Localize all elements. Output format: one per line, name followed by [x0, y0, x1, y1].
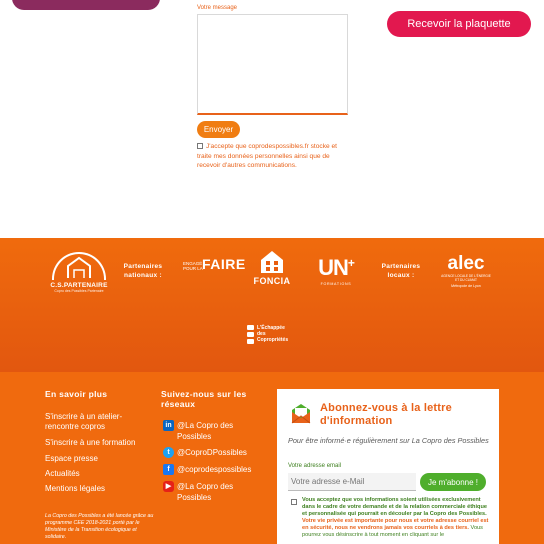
footer-link-workshop[interactable]: S'inscrire à un atelier- rencontre copro… — [45, 412, 122, 432]
facebook-icon: f — [163, 464, 174, 475]
email-label: Votre adresse email — [288, 463, 342, 469]
alec-sub2: Métropole de Lyon — [451, 284, 481, 288]
consent-checkbox-row[interactable]: J'accepte que coprodespossibles.fr stock… — [197, 142, 349, 171]
alec-sub: AGENCE LOCALE DE L'ÉNERGIE ET DU CLIMAT — [441, 274, 491, 282]
twitter-icon: t — [163, 447, 174, 458]
un-formations-sub: FORMATIONS — [320, 282, 352, 286]
social-facebook[interactable]: f @coprodespossibles — [163, 464, 251, 475]
foncia-house-icon — [259, 250, 285, 274]
newsletter-consent-checkbox[interactable] — [291, 499, 297, 505]
social-linkedin[interactable]: in @La Copro des Possibles — [163, 420, 233, 442]
echappee-mark-icon — [247, 325, 254, 346]
contact-form-section: Choisir mon formulaire Votre message Env… — [0, 0, 544, 238]
form-choice-button[interactable]: Choisir mon formulaire — [12, 0, 160, 10]
message-textarea[interactable] — [197, 14, 348, 115]
foncia-logo[interactable]: FONCIA — [248, 250, 296, 286]
newsletter-intro: Pour être informé·e régulièrement sur La… — [288, 436, 489, 445]
newsletter-card: Abonnez-vous à la lettre d'information P… — [277, 389, 499, 544]
linkedin-icon: in — [163, 420, 174, 431]
cs-partenaire-logo[interactable]: C.S.PARTENAIRE Copro des Possibles Parte… — [48, 252, 110, 293]
consent-text: J'accepte que coprodespossibles.fr stock… — [197, 143, 338, 169]
social-twitter[interactable]: t @CoproDPossibles — [163, 447, 247, 458]
echappee-coproprietes-logo[interactable]: L'Échappée des Copropriétés — [247, 325, 307, 346]
un-formations-logo[interactable]: UN+ FORMATIONS — [314, 252, 358, 286]
social-youtube[interactable]: ▶ @La Copro des Possibles — [163, 481, 233, 503]
program-note: La Copro des Possibles a été lancée grâc… — [45, 513, 154, 540]
cs-partenaire-sub: Copro des Possibles Partenaire — [54, 289, 104, 293]
footer-link-training[interactable]: S'inscrire à une formation — [45, 438, 135, 448]
newsletter-legal-text: Vous acceptez que vos informations soien… — [302, 497, 489, 538]
newsletter-title: Abonnez-vous à la lettre d'information — [320, 402, 452, 427]
alec-logo[interactable]: alec AGENCE LOCALE DE L'ÉNERGIE ET DU CL… — [440, 254, 492, 288]
foncia-name: FONCIA — [253, 276, 291, 286]
message-label: Votre message — [197, 5, 238, 11]
cs-partenaire-name: C.S.PARTENAIRE — [50, 282, 108, 289]
alec-name: alec — [447, 253, 485, 274]
send-button[interactable]: Envoyer — [197, 121, 240, 138]
consent-checkbox[interactable] — [197, 143, 203, 149]
envelope-icon — [290, 403, 312, 425]
receive-brochure-button[interactable]: Recevoir la plaquette — [387, 11, 531, 37]
local-partners-label: Partenaires locaux : — [381, 263, 421, 279]
cs-house-icon — [52, 252, 106, 280]
follow-us-title: Suivez-nous sur les réseaux — [161, 389, 247, 409]
footer-link-news[interactable]: Actualités — [45, 469, 80, 479]
national-partners-label: Partenaires nationaux : — [123, 263, 163, 279]
email-input[interactable] — [288, 473, 416, 491]
youtube-icon: ▶ — [163, 481, 174, 492]
learn-more-title: En savoir plus — [45, 389, 108, 399]
subscribe-button[interactable]: Je m'abonne ! — [420, 473, 486, 491]
faire-logo[interactable]: ENGAGÉ POUR LA FAIRE — [183, 257, 245, 271]
footer-link-press[interactable]: Espace presse — [45, 454, 98, 464]
footer-link-legal[interactable]: Mentions légales — [45, 484, 105, 494]
